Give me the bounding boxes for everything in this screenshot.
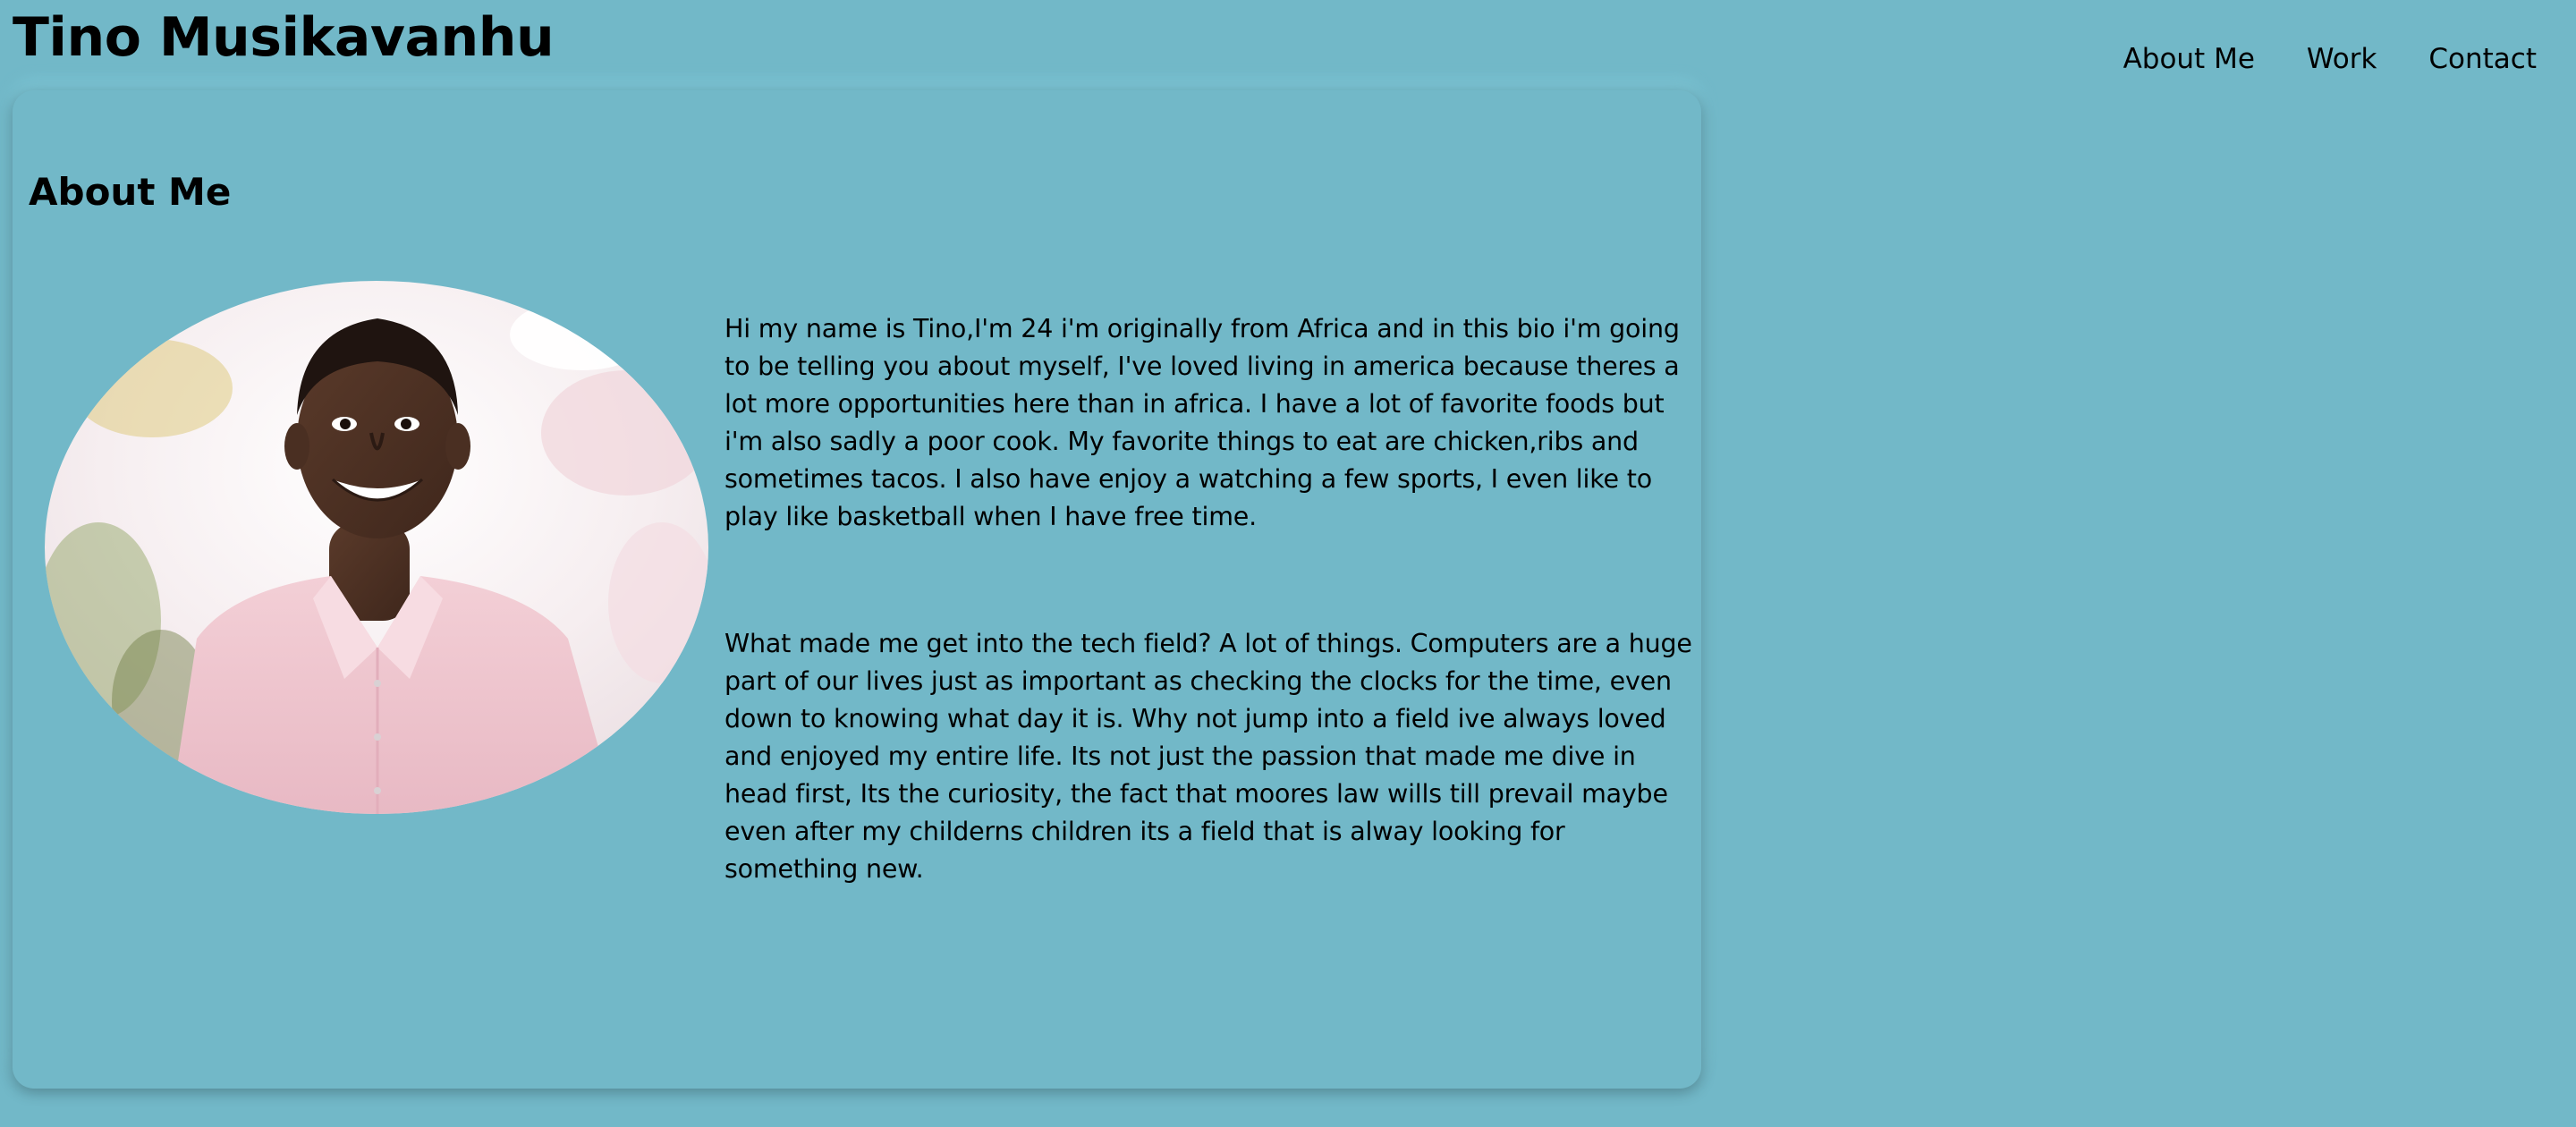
nav-link-contact[interactable]: Contact: [2428, 39, 2537, 79]
main-nav: About Me Work Contact: [2123, 39, 2537, 79]
nav-link-about-me[interactable]: About Me: [2123, 39, 2255, 79]
bio-paragraph-2: What made me get into the tech field? A …: [724, 629, 1692, 884]
about-card: About Me Hi my name is Tino,I'm 24 i'm o…: [13, 90, 1701, 1089]
site-title: Tino Musikavanhu: [13, 6, 555, 69]
profile-photo: [45, 281, 708, 814]
bio-paragraph-1: Hi my name is Tino,I'm 24 i'm originally…: [724, 314, 1680, 531]
nav-link-work[interactable]: Work: [2307, 39, 2377, 79]
section-heading: About Me: [29, 170, 232, 214]
profile-photo-graphic: [45, 281, 708, 814]
